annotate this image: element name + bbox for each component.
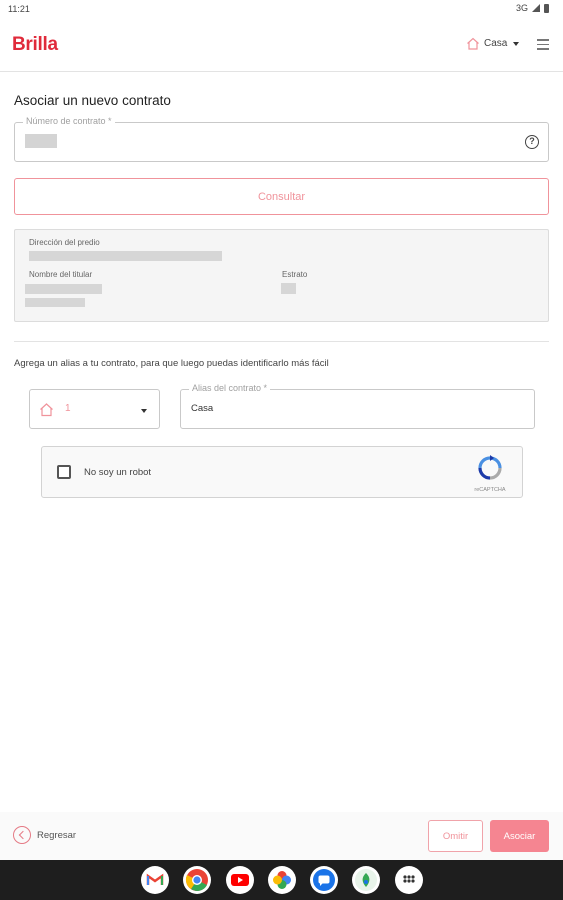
holder-label: Nombre del titular <box>29 270 93 279</box>
recaptcha-label: No soy un robot <box>84 467 152 478</box>
recaptcha-widget: No soy un robot reCAPTCHA <box>41 446 523 498</box>
alias-label: Alias del contrato * <box>189 383 271 393</box>
gmail-icon[interactable] <box>141 866 169 894</box>
alias-input[interactable] <box>191 403 491 414</box>
page-title: Asociar un nuevo contrato <box>14 93 171 108</box>
alias-icon-select[interactable]: 1 <box>29 389 160 429</box>
footer-bar: Regresar Omitir Asociar <box>0 812 563 860</box>
recaptcha-checkbox[interactable] <box>57 465 71 479</box>
status-icons: 3G <box>516 3 549 13</box>
consult-button[interactable]: Consultar <box>14 178 549 215</box>
home-selector-label: Casa <box>484 38 508 49</box>
back-arrow-icon <box>13 826 31 844</box>
signal-icon <box>532 4 540 12</box>
chevron-down-icon <box>513 41 520 46</box>
associate-button[interactable]: Asociar <box>490 820 549 852</box>
contract-number-label: Número de contrato * <box>23 116 115 126</box>
alias-icon-value: 1 <box>65 403 71 414</box>
section-divider <box>14 341 549 342</box>
redacted-holder-name <box>25 284 102 294</box>
contract-number-field[interactable]: Número de contrato * ? <box>14 116 549 162</box>
help-icon[interactable]: ? <box>525 135 539 149</box>
recaptcha-icon <box>478 455 502 480</box>
hamburger-menu-icon[interactable] <box>537 39 549 53</box>
alias-hint: Agrega un alias a tu contrato, para que … <box>14 358 329 369</box>
redacted-stratum <box>281 283 296 294</box>
stratum-label: Estrato <box>282 270 308 279</box>
chrome-icon[interactable] <box>183 866 211 894</box>
messages-icon[interactable] <box>310 866 338 894</box>
network-type: 3G <box>515 3 528 13</box>
recaptcha-logo: reCAPTCHA <box>470 455 510 493</box>
app-header: Brilla Casa <box>0 18 563 72</box>
home-selector[interactable]: Casa <box>466 37 520 50</box>
house-icon <box>467 37 479 50</box>
skip-button[interactable]: Omitir <box>428 820 483 852</box>
back-button[interactable]: Regresar <box>13 826 76 844</box>
app-icon[interactable] <box>352 866 380 894</box>
photos-icon[interactable] <box>268 866 296 894</box>
back-label: Regresar <box>37 829 77 841</box>
recaptcha-brand: reCAPTCHA <box>474 487 506 493</box>
status-bar: 11:21 3G <box>0 0 563 18</box>
brilla-logo[interactable]: Brilla <box>12 34 58 56</box>
house-icon <box>40 403 53 417</box>
app-drawer-icon[interactable] <box>395 866 423 894</box>
redacted-address <box>29 251 222 261</box>
battery-icon <box>544 3 549 13</box>
chevron-down-icon <box>141 409 147 413</box>
redacted-holder-surname <box>25 298 85 307</box>
contract-info-box: Dirección del predio Nombre del titular … <box>14 229 549 322</box>
address-label: Dirección del predio <box>29 238 100 247</box>
android-taskbar <box>0 860 563 900</box>
redacted-contract-number <box>25 134 57 148</box>
status-time: 11:21 <box>8 4 30 14</box>
youtube-icon[interactable] <box>226 866 254 894</box>
alias-field[interactable]: Alias del contrato * <box>180 383 535 429</box>
